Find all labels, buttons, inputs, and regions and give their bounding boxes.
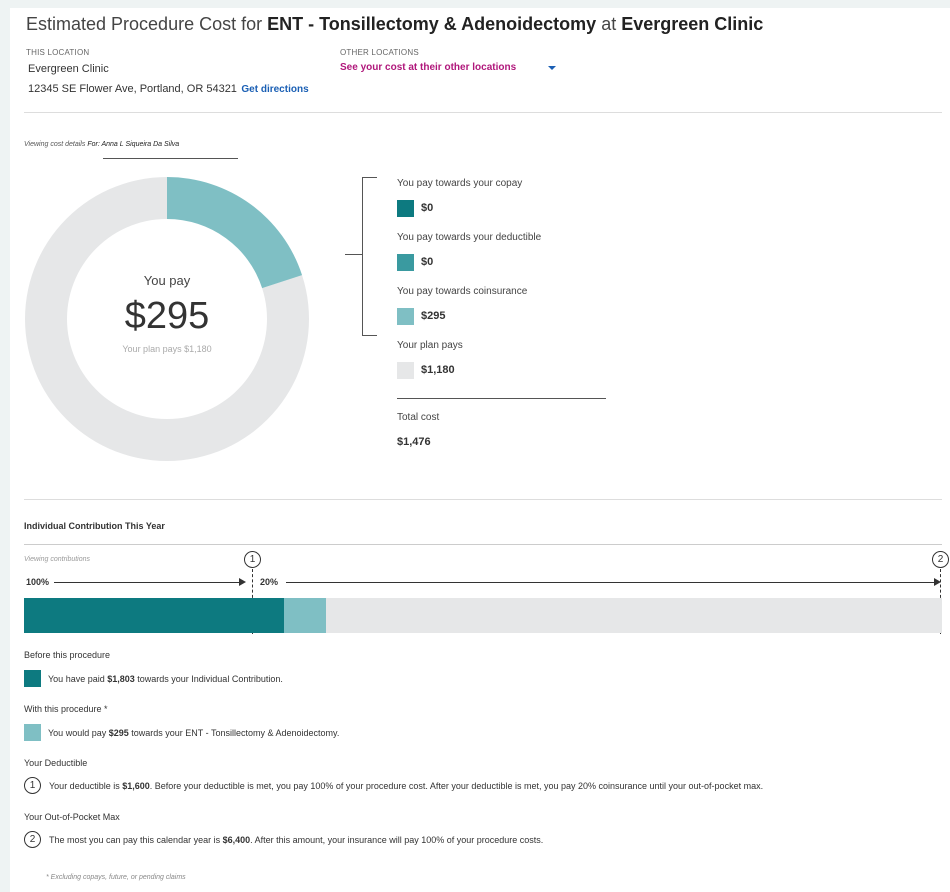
bracket (362, 177, 377, 336)
pct-after-label: 20% (260, 577, 279, 587)
legend-deductible-swatch (397, 254, 414, 271)
footnote: * Excluding copays, future, or pending c… (46, 874, 186, 881)
legend-plan-pays-label: Your plan pays (397, 340, 463, 351)
get-directions-link[interactable]: Get directions (241, 84, 308, 95)
oop-max-marker-icon: 2 (932, 551, 949, 568)
legend-copay-label: You pay towards your copay (397, 178, 523, 189)
deductible-number-icon: 1 (24, 777, 41, 794)
legend-copay-swatch (397, 200, 414, 217)
this-procedure-swatch (24, 724, 41, 741)
arrow-line (54, 582, 240, 583)
divider (24, 499, 942, 500)
page-title: Estimated Procedure Cost for ENT - Tonsi… (26, 14, 764, 34)
clinic-name: Evergreen Clinic (28, 63, 109, 75)
member-select-underline (103, 158, 238, 159)
contribution-title: Individual Contribution This Year (24, 521, 165, 531)
donut-plan-pays-text: Your plan pays $1,180 (122, 344, 212, 354)
viewing-cost-details: Viewing cost details For: Anna L Siqueir… (24, 141, 180, 148)
viewing-contributions-label: Viewing contributions (24, 556, 91, 563)
other-locations-dropdown[interactable]: See your cost at their other locations (340, 62, 557, 73)
bracket-stem (345, 254, 363, 255)
legend-deductible-label: You pay towards your deductible (397, 232, 542, 243)
contribution-bar-paid (24, 598, 284, 633)
with-procedure-text: You would pay $295 towards your ENT - To… (48, 728, 340, 738)
oop-max-title: Your Out-of-Pocket Max (24, 812, 120, 822)
paid-swatch (24, 670, 41, 687)
legend-coinsurance-value: $295 (421, 310, 446, 322)
oop-max-text: The most you can pay this calendar year … (49, 835, 544, 845)
arrow-right-icon (239, 578, 246, 586)
other-locations-link[interactable]: See your cost at their other locations (340, 62, 516, 73)
clinic-address-row: 12345 SE Flower Ave, Portland, OR 54321 … (28, 79, 309, 97)
donut-slice-you-pay (167, 177, 303, 289)
contribution-bar (24, 598, 942, 633)
arrow-line (286, 582, 935, 583)
member-select[interactable]: For: Anna L Siqueira Da Silva (87, 141, 179, 148)
legend-copay-value: $0 (421, 202, 434, 214)
divider (24, 112, 942, 113)
total-divider (397, 398, 606, 399)
deductible-marker-icon: 1 (244, 551, 261, 568)
before-procedure-title: Before this procedure (24, 650, 111, 660)
donut-you-pay-label: You pay (143, 273, 191, 288)
total-cost-label: Total cost (397, 412, 440, 423)
this-location-label: THIS LOCATION (26, 48, 90, 57)
oop-max-number-icon: 2 (24, 831, 41, 848)
divider (24, 544, 942, 545)
total-cost-value: $1,476 (397, 436, 431, 448)
legend-coinsurance-label: You pay towards coinsurance (397, 286, 528, 297)
deductible-text: Your deductible is $1,600. Before your d… (49, 781, 764, 791)
legend-plan-pays-value: $1,180 (421, 364, 455, 376)
with-procedure-title: With this procedure * (24, 704, 108, 714)
legend-plan-pays-swatch (397, 362, 414, 379)
pct-before-label: 100% (26, 577, 50, 587)
chevron-down-icon[interactable] (548, 65, 557, 70)
deductible-title: Your Deductible (24, 758, 88, 768)
legend-coinsurance-swatch (397, 308, 414, 325)
cost-estimate-card: Estimated Procedure Cost for ENT - Tonsi… (10, 8, 950, 892)
before-procedure-text: You have paid $1,803 towards your Indivi… (48, 674, 283, 684)
donut-you-pay-amount: $295 (124, 295, 210, 337)
legend-deductible-value: $0 (421, 256, 434, 268)
clinic-address: 12345 SE Flower Ave, Portland, OR 54321 (28, 83, 237, 95)
other-locations-label: OTHER LOCATIONS (340, 48, 419, 57)
